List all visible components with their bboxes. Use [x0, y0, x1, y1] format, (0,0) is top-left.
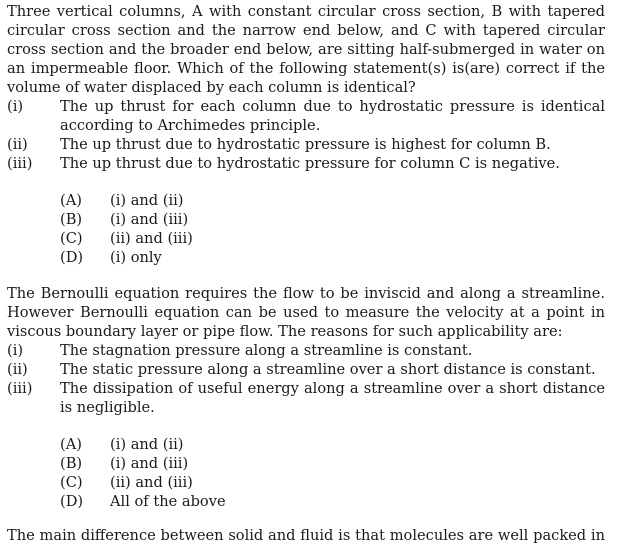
statement-text: is negligible. [60, 399, 155, 416]
question-1: Three vertical columns, A with constant … [7, 2, 605, 267]
option-b: (B) (i) and (iii) [60, 210, 605, 229]
option-a: (A) (i) and (ii) [60, 435, 605, 454]
option-text: (i) and (ii) [110, 436, 184, 453]
stem-line: circular cross section and the narrow en… [7, 22, 605, 39]
stem-line: Three vertical columns, A with constant … [7, 3, 605, 20]
question-2-stem: The Bernoulli equation requires the flow… [7, 284, 605, 341]
next-question-clipped-line: The main difference between solid and fl… [7, 527, 605, 544]
question-2: The Bernoulli equation requires the flow… [7, 284, 605, 511]
stem-line: cross section and the broader end below,… [7, 41, 605, 58]
statement-number: (iii) [7, 380, 33, 397]
statement-text: according to Archimedes principle. [60, 117, 321, 134]
stem-line: an impermeable floor. Which of the follo… [7, 60, 605, 77]
document-page: Three vertical columns, A with constant … [7, 0, 605, 545]
statement-text: The up thrust due to hydrostatic pressur… [60, 136, 551, 153]
statement-number: (i) [7, 98, 24, 115]
stem-line: volume of water displaced by each column… [7, 79, 416, 96]
statement-number: (ii) [7, 361, 28, 378]
option-label: (B) [60, 211, 83, 228]
stem-line: viscous boundary layer or pipe flow. The… [7, 323, 563, 340]
option-text: (ii) and (iii) [110, 474, 193, 491]
option-label: (B) [60, 455, 83, 472]
option-b: (B) (i) and (iii) [60, 454, 605, 473]
option-text: (i) and (ii) [110, 192, 184, 209]
option-d: (D) (i) only [60, 248, 605, 267]
option-a: (A) (i) and (ii) [60, 191, 605, 210]
option-label: (A) [60, 436, 82, 453]
statement-ii: (ii) The up thrust due to hydrostatic pr… [7, 135, 605, 154]
statement-number: (iii) [7, 155, 33, 172]
question-1-stem: Three vertical columns, A with constant … [7, 2, 605, 97]
question-2-options: (A) (i) and (ii) (B) (i) and (iii) (C) (ii)… [60, 435, 605, 511]
option-c: (C) (ii) and (iii) [60, 473, 605, 492]
statement-text: The stagnation pressure along a streamli… [60, 342, 473, 359]
option-text: All of the above [110, 493, 226, 510]
option-label: (D) [60, 249, 84, 266]
option-c: (C) (ii) and (iii) [60, 229, 605, 248]
option-label: (A) [60, 192, 82, 209]
statement-number: (ii) [7, 136, 28, 153]
option-label: (D) [60, 493, 84, 510]
statement-i: (i) The stagnation pressure along a stre… [7, 341, 605, 360]
option-text: (i) only [110, 249, 162, 266]
statement-text: The up thrust for each column due to hyd… [60, 98, 605, 115]
option-text: (i) and (iii) [110, 211, 189, 228]
statement-number: (i) [7, 342, 24, 359]
statement-iii: (iii) The up thrust due to hydrostatic p… [7, 154, 605, 173]
option-label: (C) [60, 474, 83, 491]
statement-text: The static pressure along a streamline o… [60, 361, 596, 378]
statement-text: The dissipation of useful energy along a… [60, 380, 605, 397]
option-text: (ii) and (iii) [110, 230, 193, 247]
stem-line: However Bernoulli equation can be used t… [7, 304, 605, 321]
option-text: (i) and (iii) [110, 455, 189, 472]
statement-iii: (iii) The dissipation of useful energy a… [7, 379, 605, 417]
question-1-options: (A) (i) and (ii) (B) (i) and (iii) (C) (ii)… [60, 191, 605, 267]
option-label: (C) [60, 230, 83, 247]
statement-text: The up thrust due to hydrostatic pressur… [60, 155, 560, 172]
statement-ii: (ii) The static pressure along a streaml… [7, 360, 605, 379]
option-d: (D) All of the above [60, 492, 605, 511]
statement-i: (i) The up thrust for each column due to… [7, 97, 605, 135]
stem-line: The Bernoulli equation requires the flow… [7, 285, 605, 302]
